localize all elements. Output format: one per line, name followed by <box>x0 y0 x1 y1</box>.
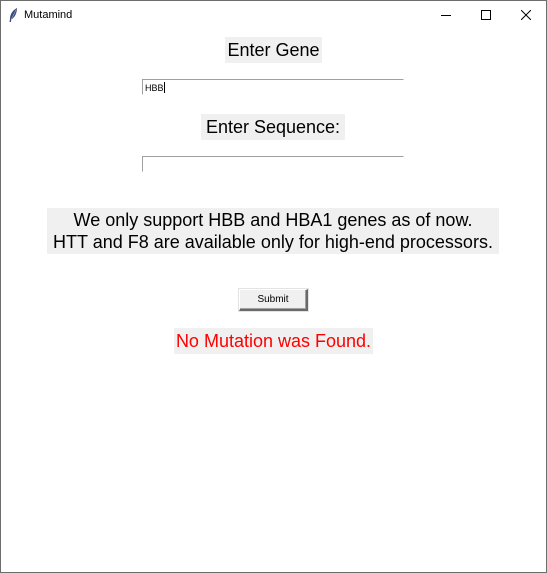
maximize-button[interactable] <box>465 1 507 29</box>
result-message: No Mutation was Found. <box>174 328 373 354</box>
enter-sequence-label: Enter Sequence: <box>201 114 345 140</box>
sequence-input[interactable] <box>142 156 404 172</box>
gene-input[interactable]: HBB <box>142 79 404 95</box>
gene-input-value: HBB <box>145 83 164 93</box>
app-window: Mutamind Enter Gene HBB Enter Sequence: … <box>0 0 547 573</box>
title-bar[interactable]: Mutamind <box>1 1 546 29</box>
minimize-button[interactable] <box>425 1 467 29</box>
close-icon <box>521 10 531 20</box>
window-title: Mutamind <box>24 9 73 21</box>
minimize-icon <box>441 10 451 20</box>
feather-icon <box>9 8 18 22</box>
maximize-icon <box>481 10 491 20</box>
info-line-2: HTT and F8 are available only for high-e… <box>53 232 493 252</box>
submit-button[interactable]: Submit <box>239 289 308 311</box>
supported-genes-info: We only support HBB and HBA1 genes as of… <box>47 208 499 254</box>
info-line-1: We only support HBB and HBA1 genes as of… <box>73 210 473 230</box>
text-caret <box>163 82 165 93</box>
enter-gene-label: Enter Gene <box>225 37 322 63</box>
close-button[interactable] <box>505 1 546 29</box>
